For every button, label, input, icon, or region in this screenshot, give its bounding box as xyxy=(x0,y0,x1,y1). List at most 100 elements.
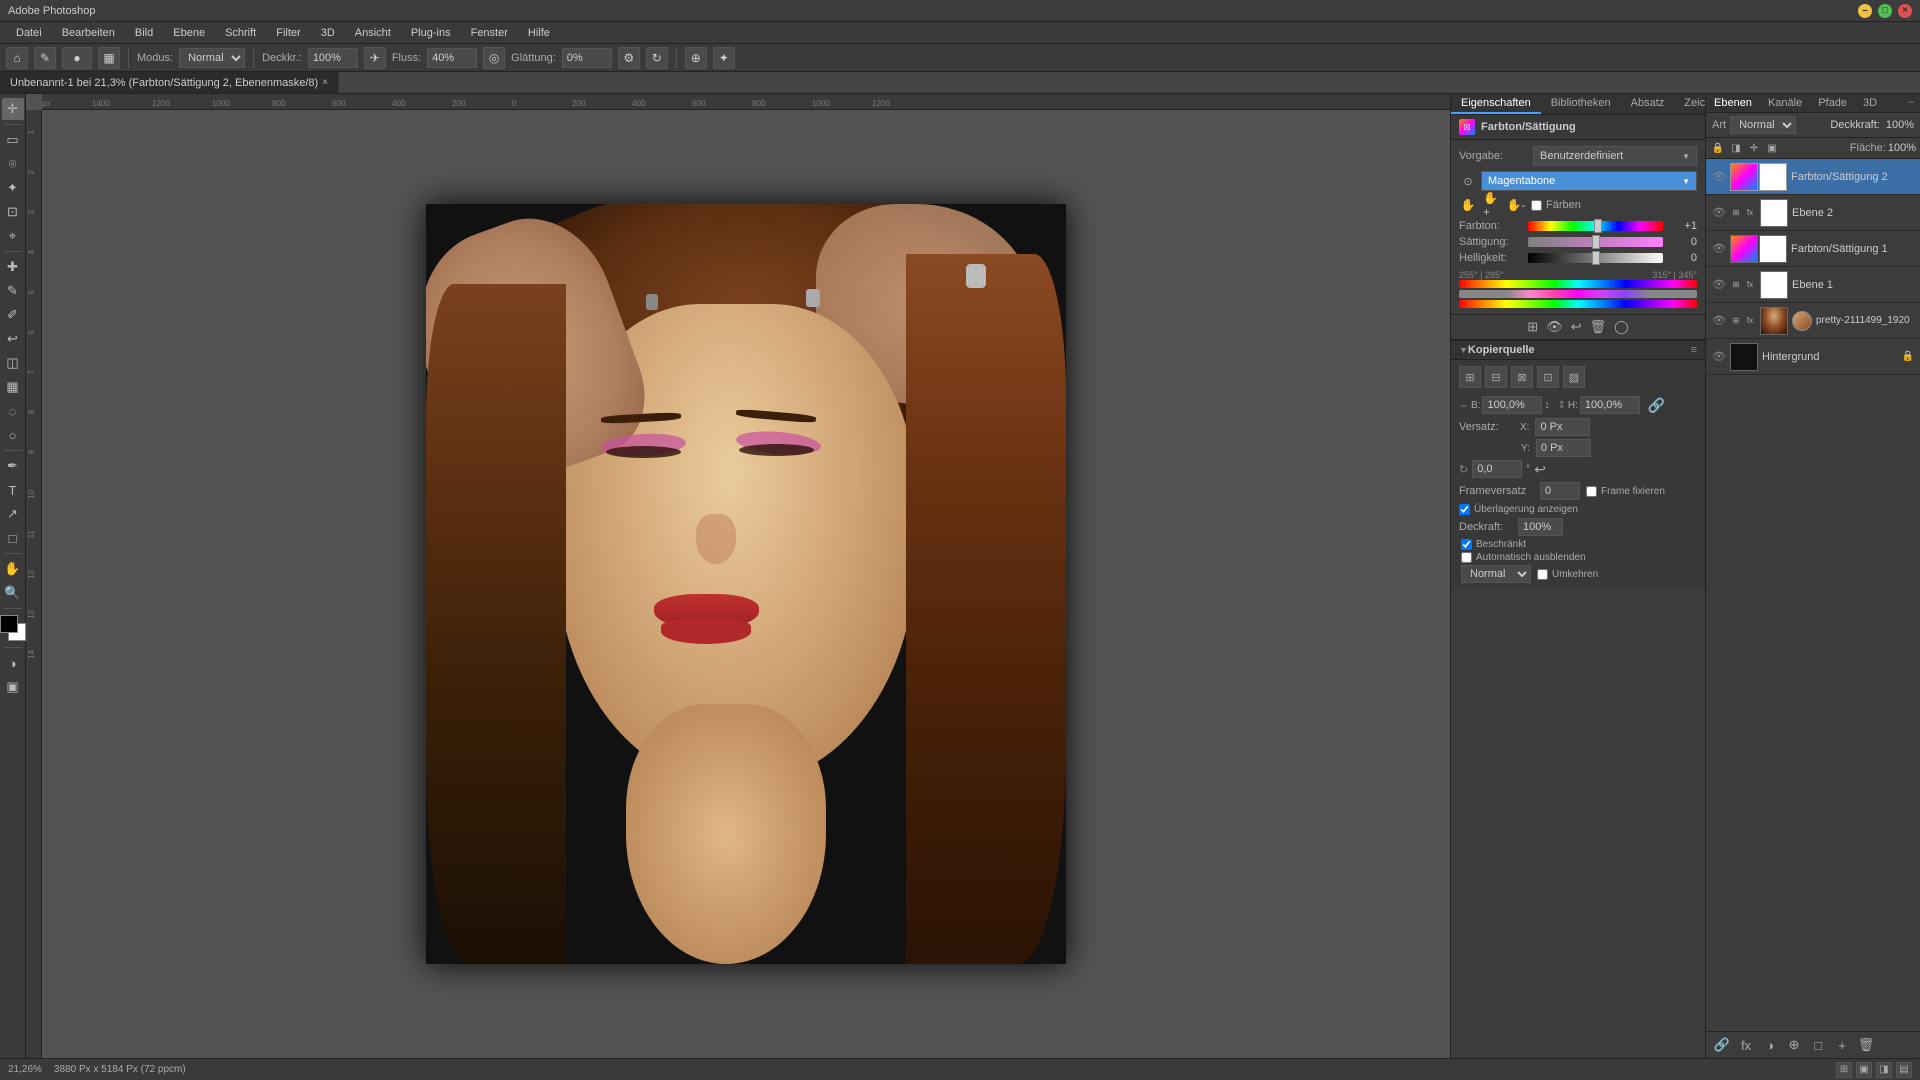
saettigung-track[interactable] xyxy=(1528,237,1663,247)
source-1-btn[interactable]: ⊞ xyxy=(1459,366,1481,388)
faerben-checkbox[interactable]: Färben xyxy=(1531,199,1581,211)
layer-row[interactable]: 👁 ⊞ fx Ebene 2 xyxy=(1706,195,1920,231)
new-layer-btn[interactable]: + xyxy=(1832,1035,1852,1055)
dodge-tool[interactable]: ○ xyxy=(2,424,24,446)
marquee-tool[interactable]: ▭ xyxy=(2,129,24,151)
layer-row[interactable]: 👁 ⊞ fx pretty-2111499_1920 xyxy=(1706,303,1920,339)
helligkeit-thumb[interactable] xyxy=(1592,251,1600,265)
foreground-color-swatch[interactable] xyxy=(0,615,18,633)
heal-tool[interactable]: ✚ xyxy=(2,256,24,278)
kopier-collapse-icon[interactable]: ▼ xyxy=(1459,345,1468,355)
layer-visibility-btn[interactable]: 👁 xyxy=(1712,278,1726,292)
group-btn[interactable]: □ xyxy=(1808,1035,1828,1055)
flow-input[interactable] xyxy=(427,48,477,68)
path-select-tool[interactable]: ↗ xyxy=(2,503,24,525)
frame-fixieren-check[interactable] xyxy=(1586,486,1597,497)
clip-icon[interactable]: ⊞ xyxy=(1527,319,1538,335)
tab-absatz[interactable]: Absatz xyxy=(1621,94,1675,114)
history-brush-tool[interactable]: ↩ xyxy=(2,328,24,350)
close-button[interactable]: × xyxy=(1898,4,1912,18)
mode-select[interactable]: Normal xyxy=(179,48,245,68)
status-btn-2[interactable]: ▣ xyxy=(1856,1062,1872,1078)
faerben-check[interactable] xyxy=(1531,200,1542,211)
pen-tool[interactable]: ✒ xyxy=(2,455,24,477)
eraser-tool[interactable]: ◫ xyxy=(2,352,24,374)
breite-adjust-icon[interactable]: ↕ xyxy=(1544,400,1549,411)
hand-tool[interactable]: ✋ xyxy=(2,558,24,580)
add-picker-icon[interactable]: ✋+ xyxy=(1483,196,1501,214)
farbton-thumb[interactable] xyxy=(1594,219,1602,233)
tab-close-btn[interactable]: × xyxy=(322,77,328,88)
screen-mode-btn[interactable]: ▣ xyxy=(2,676,24,698)
layer-row[interactable]: 👁 Farbton/Sättigung 2 xyxy=(1706,159,1920,195)
frameversatz-input[interactable] xyxy=(1540,482,1580,500)
status-btn-1[interactable]: ⊞ xyxy=(1836,1062,1852,1078)
history-btn[interactable]: ✦ xyxy=(713,47,735,69)
layer-style-btn[interactable]: fx xyxy=(1736,1035,1756,1055)
minimize-button[interactable]: – xyxy=(1858,4,1872,18)
shape-tool[interactable]: □ xyxy=(2,527,24,549)
y-input[interactable] xyxy=(1536,439,1591,457)
umkehren-check[interactable] xyxy=(1537,569,1548,580)
menu-hilfe[interactable]: Hilfe xyxy=(520,25,558,41)
color-swatches[interactable] xyxy=(0,615,26,641)
layer-visibility-btn[interactable]: 👁 xyxy=(1712,350,1726,364)
source-4-btn[interactable]: ⊡ xyxy=(1537,366,1559,388)
menu-filter[interactable]: Filter xyxy=(268,25,308,41)
menu-ebene[interactable]: Ebene xyxy=(165,25,213,41)
reset-icon[interactable]: ↩ xyxy=(1571,319,1582,335)
clone-stamp-tool[interactable]: ✐ xyxy=(2,304,24,326)
type-tool[interactable]: T xyxy=(2,479,24,501)
source-2-btn[interactable]: ⊟ xyxy=(1485,366,1507,388)
blur-tool[interactable]: ◌ xyxy=(2,400,24,422)
layer-visibility-btn[interactable]: 👁 xyxy=(1712,206,1726,220)
opacity-input[interactable] xyxy=(308,48,358,68)
lasso-tool[interactable]: ⌾ xyxy=(2,153,24,175)
deckraft-input[interactable] xyxy=(1518,518,1563,536)
lock-all-icon[interactable]: 🔒 xyxy=(1710,140,1726,156)
brush-preset-btn[interactable]: ● xyxy=(62,47,92,69)
layer-row[interactable]: 👁 Farbton/Sättigung 1 xyxy=(1706,231,1920,267)
breite-input[interactable]: 100,0% xyxy=(1482,396,1542,414)
kopier-menu-icon[interactable]: ≡ xyxy=(1691,344,1697,356)
hoehe-input[interactable]: 100,0% xyxy=(1580,396,1640,414)
layer-row[interactable]: 👁 ⊞ fx Ebene 1 xyxy=(1706,267,1920,303)
kopier-mode-select[interactable]: Normal xyxy=(1461,565,1531,583)
auto-ausblenden-check[interactable] xyxy=(1461,552,1472,563)
tab-eigenschaften[interactable]: Eigenschaften xyxy=(1451,94,1541,114)
flip-icon[interactable]: ↩ xyxy=(1534,461,1546,478)
gradient-tool[interactable]: ▦ xyxy=(2,376,24,398)
rotate-btn[interactable]: ↻ xyxy=(646,47,668,69)
preset-dropdown[interactable]: Benutzerdefiniert ▼ xyxy=(1533,146,1697,166)
channel-dropdown[interactable]: Magentabone ▼ xyxy=(1481,171,1697,191)
tab-pfade[interactable]: Pfade xyxy=(1810,94,1855,112)
source-3-btn[interactable]: ⊠ xyxy=(1511,366,1533,388)
clone-btn[interactable]: ⊕ xyxy=(685,47,707,69)
sub-picker-icon[interactable]: ✋- xyxy=(1507,196,1525,214)
tab-kanaele[interactable]: Kanäle xyxy=(1760,94,1810,112)
link-layers-btn[interactable]: 🔗 xyxy=(1712,1035,1732,1055)
move-tool[interactable]: ✛ xyxy=(2,98,24,120)
layer-visibility-btn[interactable]: 👁 xyxy=(1712,170,1726,184)
winkel-input[interactable] xyxy=(1472,460,1522,478)
hand-picker-icon[interactable]: ✋ xyxy=(1459,196,1477,214)
lock-position-icon[interactable]: ✛ xyxy=(1746,140,1762,156)
eye-icon[interactable]: 👁 xyxy=(1546,319,1563,335)
helligkeit-track[interactable] xyxy=(1528,253,1663,263)
menu-bearbeiten[interactable]: Bearbeiten xyxy=(54,25,123,41)
link-icon[interactable]: 🔗 xyxy=(1648,397,1665,414)
source-5-btn[interactable]: ▨ xyxy=(1563,366,1585,388)
maximize-button[interactable]: □ xyxy=(1878,4,1892,18)
crop-tool[interactable]: ⊡ xyxy=(2,201,24,223)
lock-artboard-icon[interactable]: ▣ xyxy=(1764,140,1780,156)
airbrush-btn[interactable]: ✈ xyxy=(364,47,386,69)
home-button[interactable]: ⌂ xyxy=(6,47,28,69)
status-btn-3[interactable]: ◨ xyxy=(1876,1062,1892,1078)
farbton-track[interactable] xyxy=(1528,221,1663,231)
layer-visibility-btn[interactable]: 👁 xyxy=(1712,242,1726,256)
layer-row[interactable]: 👁 Hintergrund 🔒 xyxy=(1706,339,1920,375)
tab-bibliotheken[interactable]: Bibliotheken xyxy=(1541,94,1621,114)
smooth-input[interactable] xyxy=(562,48,612,68)
ueberlagerung-check[interactable] xyxy=(1459,504,1470,515)
flow-btn[interactable]: ◎ xyxy=(483,47,505,69)
